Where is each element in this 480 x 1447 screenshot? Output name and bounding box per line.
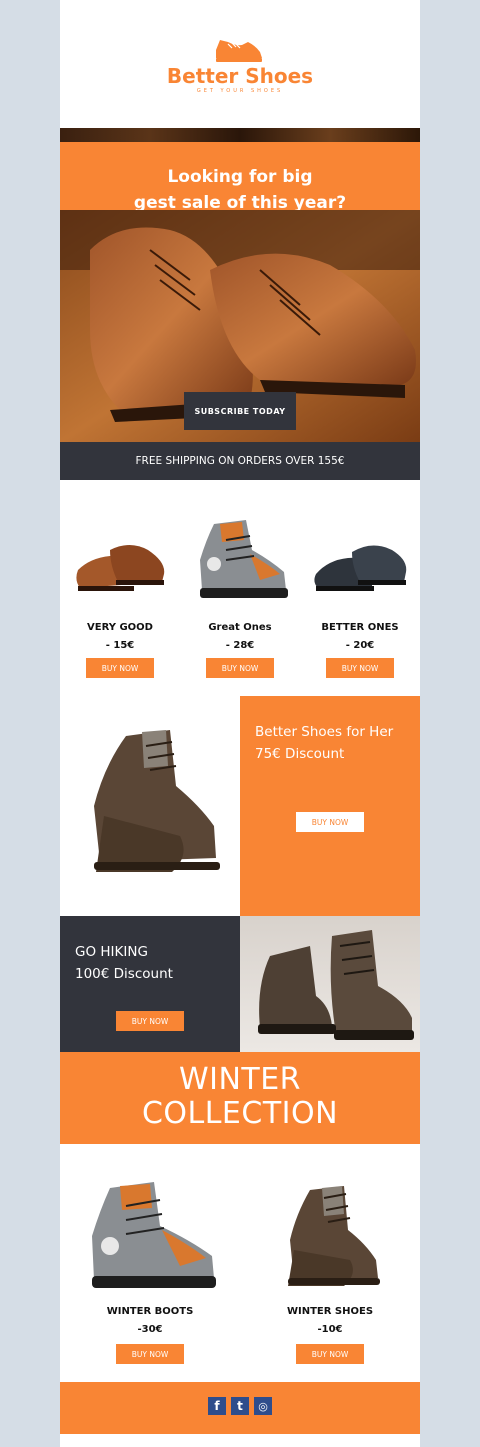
- buy-now-button[interactable]: BUY NOW: [296, 1344, 364, 1364]
- promo-hiking-image: [240, 916, 420, 1052]
- promo-her-panel: Better Shoes for Her 75€ Discount BUY NO…: [240, 696, 420, 916]
- product-card: WINTER BOOTS -30€ BUY NOW: [60, 1144, 240, 1382]
- facebook-icon[interactable]: f: [208, 1397, 226, 1415]
- brown-boots-photo[interactable]: [60, 696, 240, 916]
- product-card: BETTER ONES - 20€ BUY NOW: [300, 480, 420, 696]
- promo-hiking-title: GO HIKING: [75, 944, 148, 960]
- product-name: WINTER SHOES: [286, 1306, 374, 1317]
- brand-name[interactable]: Better Shoes: [60, 64, 420, 88]
- product-name: Great Ones: [208, 622, 272, 633]
- email-container: Better Shoes GET YOUR SHOES Looking for …: [60, 0, 420, 1447]
- product-name: VERY GOOD: [87, 622, 153, 633]
- promo-her-section: Better Shoes for Her 75€ Discount BUY NO…: [60, 696, 420, 916]
- promo-her-discount: 75€ Discount: [255, 746, 345, 762]
- product-grid: VERY GOOD - 15€ BUY NOW Great Ones - 28€…: [60, 480, 420, 696]
- brown-oxford-shoe-icon[interactable]: [70, 510, 170, 610]
- product-name: WINTER BOOTS: [106, 1306, 194, 1317]
- hero-title-bar: Looking for big gest sale of this year?: [60, 142, 420, 213]
- promo-her-image: [60, 696, 240, 916]
- buy-now-button[interactable]: BUY NOW: [296, 812, 364, 832]
- product-card: WINTER SHOES -10€ BUY NOW: [240, 1144, 420, 1382]
- hero-title-line1: Looking for big: [167, 167, 313, 187]
- winter-product-grid: WINTER BOOTS -30€ BUY NOW WINTER SHOES -…: [60, 1144, 420, 1382]
- free-shipping-banner: FREE SHIPPING ON ORDERS OVER 155€: [60, 442, 420, 480]
- hero-top-strip: [60, 128, 420, 142]
- subscribe-button[interactable]: SUBSCRIBE TODAY: [184, 392, 296, 430]
- hiking-boots-photo[interactable]: [240, 916, 420, 1052]
- buy-now-button[interactable]: BUY NOW: [86, 658, 154, 678]
- promo-hiking-discount: 100€ Discount: [75, 966, 173, 982]
- winter-title-line1: WINTER: [178, 1062, 302, 1097]
- product-price: - 15€: [105, 640, 135, 651]
- winter-shoes-image[interactable]: [260, 1174, 400, 1294]
- buy-now-button[interactable]: BUY NOW: [116, 1344, 184, 1364]
- promo-hiking-panel: GO HIKING 100€ Discount BUY NOW: [60, 916, 240, 1052]
- product-price: -10€: [317, 1324, 343, 1335]
- buy-now-button[interactable]: BUY NOW: [206, 658, 274, 678]
- buy-now-button[interactable]: BUY NOW: [326, 658, 394, 678]
- header: Better Shoes GET YOUR SHOES: [60, 0, 420, 128]
- shoe-logo-icon: [216, 40, 262, 62]
- product-price: - 20€: [345, 640, 375, 651]
- footer: f t ◎: [60, 1382, 420, 1434]
- hiking-boot-icon[interactable]: [190, 510, 290, 610]
- black-loafer-icon[interactable]: [310, 510, 410, 610]
- product-card: Great Ones - 28€ BUY NOW: [180, 480, 300, 696]
- product-name: BETTER ONES: [321, 622, 399, 633]
- product-price: -30€: [137, 1324, 163, 1335]
- winter-boots-image[interactable]: [80, 1174, 220, 1294]
- buy-now-button[interactable]: BUY NOW: [116, 1011, 184, 1031]
- hero-banner: Looking for big gest sale of this year?: [60, 128, 420, 480]
- product-card: VERY GOOD - 15€ BUY NOW: [60, 480, 180, 696]
- winter-collection-banner: WINTER COLLECTION: [60, 1052, 420, 1144]
- promo-hiking-section: GO HIKING 100€ Discount BUY NOW: [60, 916, 420, 1052]
- tumblr-icon[interactable]: t: [231, 1397, 249, 1415]
- winter-title-line2: COLLECTION: [141, 1096, 339, 1131]
- brand-tagline: GET YOUR SHOES: [196, 88, 284, 94]
- product-price: - 28€: [225, 640, 255, 651]
- promo-her-title: Better Shoes for Her: [255, 724, 394, 740]
- hero-title: Looking for big gest sale of this year?: [60, 164, 420, 216]
- instagram-icon[interactable]: ◎: [254, 1397, 272, 1415]
